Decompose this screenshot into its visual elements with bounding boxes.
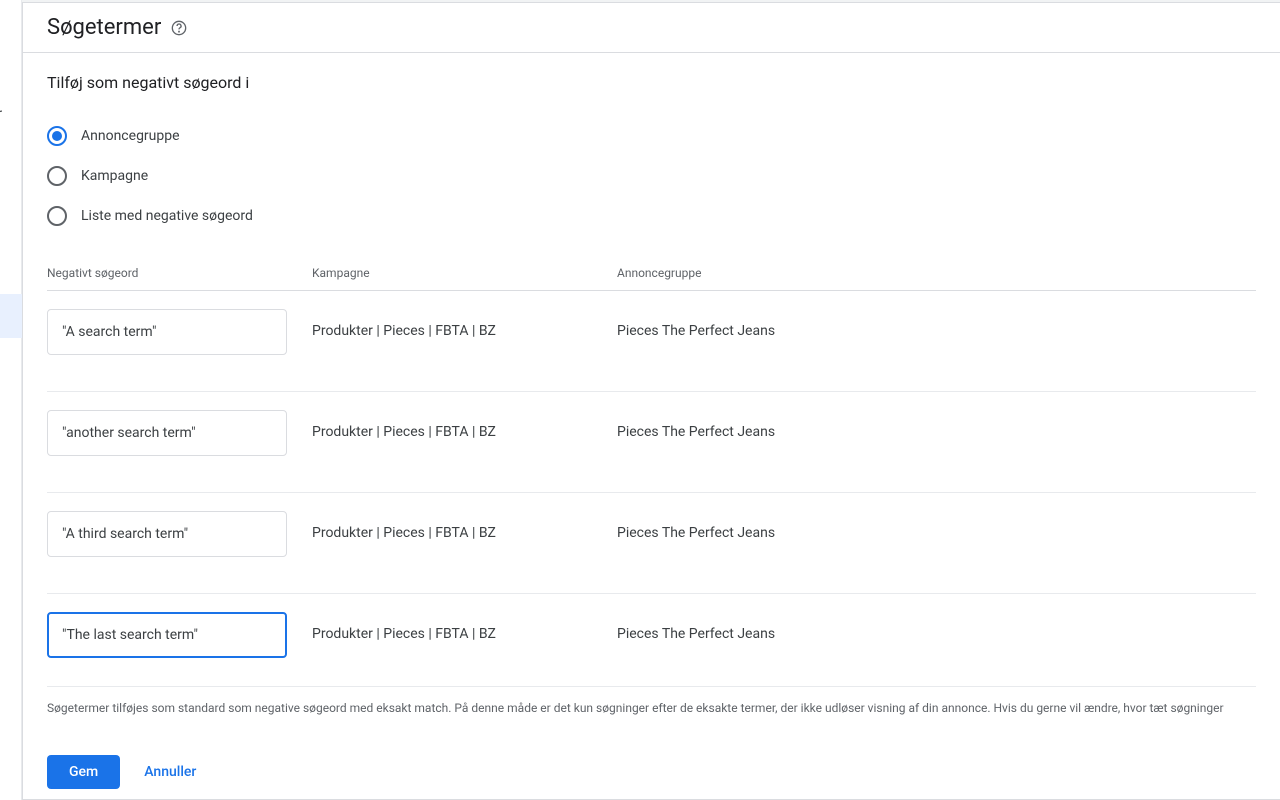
radio-list-label: Liste med negative søgeord	[81, 208, 253, 224]
negative-keyword-input[interactable]	[47, 309, 287, 355]
panel-content: Tilføj som negativt søgeord i Annoncegru…	[23, 53, 1280, 745]
section-title: Tilføj som negativt søgeord i	[47, 73, 1256, 92]
negative-keyword-input[interactable]	[47, 511, 287, 557]
adgroup-cell: Pieces The Perfect Jeans	[617, 511, 1256, 541]
col-header-adgroup: Annoncegruppe	[617, 266, 1256, 280]
table-header: Negativt søgeord Kampagne Annoncegruppe	[47, 256, 1256, 291]
panel-header: Søgetermer	[23, 3, 1280, 53]
table-row: Produkter | Pieces | FBTA | BZPieces The…	[47, 594, 1256, 687]
adgroup-cell: Pieces The Perfect Jeans	[617, 612, 1256, 642]
radio-indicator-selected	[47, 126, 67, 146]
radio-adgroup[interactable]: Annoncegruppe	[47, 116, 1256, 156]
radio-list[interactable]: Liste med negative søgeord	[47, 196, 1256, 236]
target-radio-group: Annoncegruppe Kampagne Liste med negativ…	[47, 116, 1256, 236]
radio-indicator	[47, 166, 67, 186]
action-bar: Gem Annuller	[23, 745, 1280, 799]
table-row: Produkter | Pieces | FBTA | BZPieces The…	[47, 392, 1256, 493]
col-header-campaign: Kampagne	[312, 266, 617, 280]
negative-keyword-input[interactable]	[47, 612, 287, 658]
table-row: Produkter | Pieces | FBTA | BZPieces The…	[47, 493, 1256, 594]
sidebar-fragment-text: er	[0, 106, 2, 122]
table-row: Produkter | Pieces | FBTA | BZPieces The…	[47, 291, 1256, 392]
adgroup-cell: Pieces The Perfect Jeans	[617, 410, 1256, 440]
page-title: Søgetermer	[47, 15, 161, 40]
radio-adgroup-label: Annoncegruppe	[81, 128, 180, 144]
nav-sidebar-sliver: er	[0, 0, 22, 800]
negative-keyword-input[interactable]	[47, 410, 287, 456]
adgroup-cell: Pieces The Perfect Jeans	[617, 309, 1256, 339]
cancel-button[interactable]: Annuller	[140, 756, 200, 788]
radio-indicator	[47, 206, 67, 226]
radio-campaign[interactable]: Kampagne	[47, 156, 1256, 196]
campaign-cell: Produkter | Pieces | FBTA | BZ	[312, 309, 617, 339]
help-icon[interactable]	[171, 20, 187, 36]
col-header-term: Negativt søgeord	[47, 266, 312, 280]
save-button[interactable]: Gem	[47, 755, 120, 789]
search-terms-panel: Søgetermer Tilføj som negativt søgeord i…	[22, 2, 1280, 800]
negative-keywords-table: Negativt søgeord Kampagne Annoncegruppe …	[47, 256, 1256, 687]
footnote-text: Søgetermer tilføjes som standard som neg…	[47, 687, 1256, 745]
campaign-cell: Produkter | Pieces | FBTA | BZ	[312, 511, 617, 541]
sidebar-active-highlight	[0, 294, 22, 338]
campaign-cell: Produkter | Pieces | FBTA | BZ	[312, 410, 617, 440]
campaign-cell: Produkter | Pieces | FBTA | BZ	[312, 612, 617, 642]
radio-campaign-label: Kampagne	[81, 168, 148, 184]
